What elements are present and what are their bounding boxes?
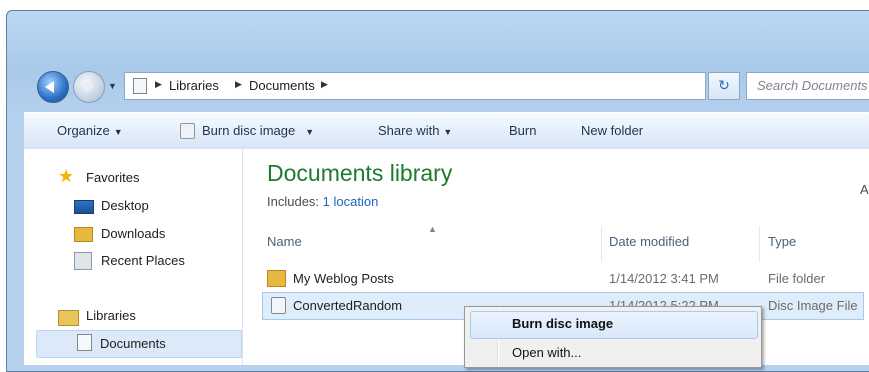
breadcrumb-libraries[interactable]: Libraries	[169, 78, 219, 93]
share-with-label: Share with	[378, 123, 440, 138]
star-icon: ★	[58, 166, 75, 186]
library-icon	[58, 310, 79, 326]
sort-ascending-icon: ▲	[428, 224, 437, 234]
menu-item-burn-disc-image[interactable]: Burn disc image	[512, 316, 613, 331]
nav-libraries[interactable]: Libraries	[86, 308, 136, 323]
file-type: File folder	[768, 271, 826, 286]
navigation-bar: ▼ ▶ Libraries ▶ Documents ▶ ▼ ↻ Search D…	[34, 66, 869, 106]
file-type: Disc Image File	[768, 298, 858, 313]
document-icon	[133, 78, 147, 94]
forward-icon	[85, 81, 94, 93]
downloads-folder-icon	[74, 227, 93, 242]
chevron-down-icon: ▼	[113, 127, 123, 137]
new-folder-button[interactable]: New folder	[581, 123, 643, 138]
nav-downloads[interactable]: Downloads	[101, 226, 165, 241]
column-header-name[interactable]: Name	[267, 234, 302, 249]
file-name[interactable]: ConvertedRandom	[293, 298, 402, 313]
organize-label: Organize	[57, 123, 110, 138]
nav-favorites[interactable]: Favorites	[86, 170, 139, 185]
includes-label: Includes:	[267, 194, 320, 209]
column-divider[interactable]	[759, 226, 760, 262]
disc-image-icon	[271, 297, 286, 314]
refresh-icon: ↻	[718, 77, 730, 93]
menu-item-open-with[interactable]: Open with...	[512, 345, 581, 360]
forward-button[interactable]	[73, 71, 105, 103]
location-link[interactable]: 1 location	[323, 194, 379, 209]
chevron-right-icon[interactable]: ▶	[155, 79, 162, 90]
share-with-button[interactable]: Share with ▼	[378, 123, 452, 138]
library-includes: Includes: 1 location	[267, 194, 378, 209]
breadcrumb-documents[interactable]: Documents	[249, 78, 315, 93]
chevron-down-icon: ▼	[443, 127, 453, 137]
search-input[interactable]: Search Documents	[746, 72, 869, 100]
recent-places-icon	[74, 252, 92, 270]
chevron-right-icon[interactable]: ▶	[321, 79, 328, 90]
nav-desktop[interactable]: Desktop	[101, 198, 149, 213]
refresh-button[interactable]: ↻	[708, 72, 740, 100]
chevron-down-icon: ▼	[305, 127, 315, 137]
nav-documents[interactable]: Documents	[100, 336, 166, 351]
document-icon	[77, 334, 92, 351]
column-divider[interactable]	[601, 226, 602, 262]
file-date: 1/14/2012 3:41 PM	[609, 271, 719, 286]
organize-button[interactable]: Organize ▼	[57, 123, 123, 138]
page-title: Documents library	[267, 160, 453, 186]
file-name[interactable]: My Weblog Posts	[293, 271, 394, 286]
folder-icon	[267, 270, 286, 287]
burn-disc-image-button[interactable]: Burn disc image ▼	[202, 123, 314, 138]
address-bar[interactable]: ▶ Libraries ▶ Documents ▶ ▼	[124, 72, 789, 100]
column-header-date-modified[interactable]: Date modified	[609, 234, 689, 249]
burn-button[interactable]: Burn	[509, 123, 536, 138]
disc-image-icon	[180, 123, 195, 139]
column-header-type[interactable]: Type	[768, 234, 796, 249]
desktop-icon	[74, 200, 94, 214]
arrange-by-label[interactable]: A	[860, 182, 869, 197]
back-icon	[45, 81, 54, 93]
recent-pages-chevron-down-icon[interactable]: ▼	[108, 81, 117, 91]
burn-disc-image-label: Burn disc image	[202, 123, 296, 138]
back-button[interactable]	[37, 71, 69, 103]
chevron-right-icon[interactable]: ▶	[235, 79, 242, 90]
command-bar: Organize ▼ Burn disc image ▼ Share with ▼ B…	[24, 112, 869, 150]
nav-recent-places[interactable]: Recent Places	[101, 253, 185, 268]
